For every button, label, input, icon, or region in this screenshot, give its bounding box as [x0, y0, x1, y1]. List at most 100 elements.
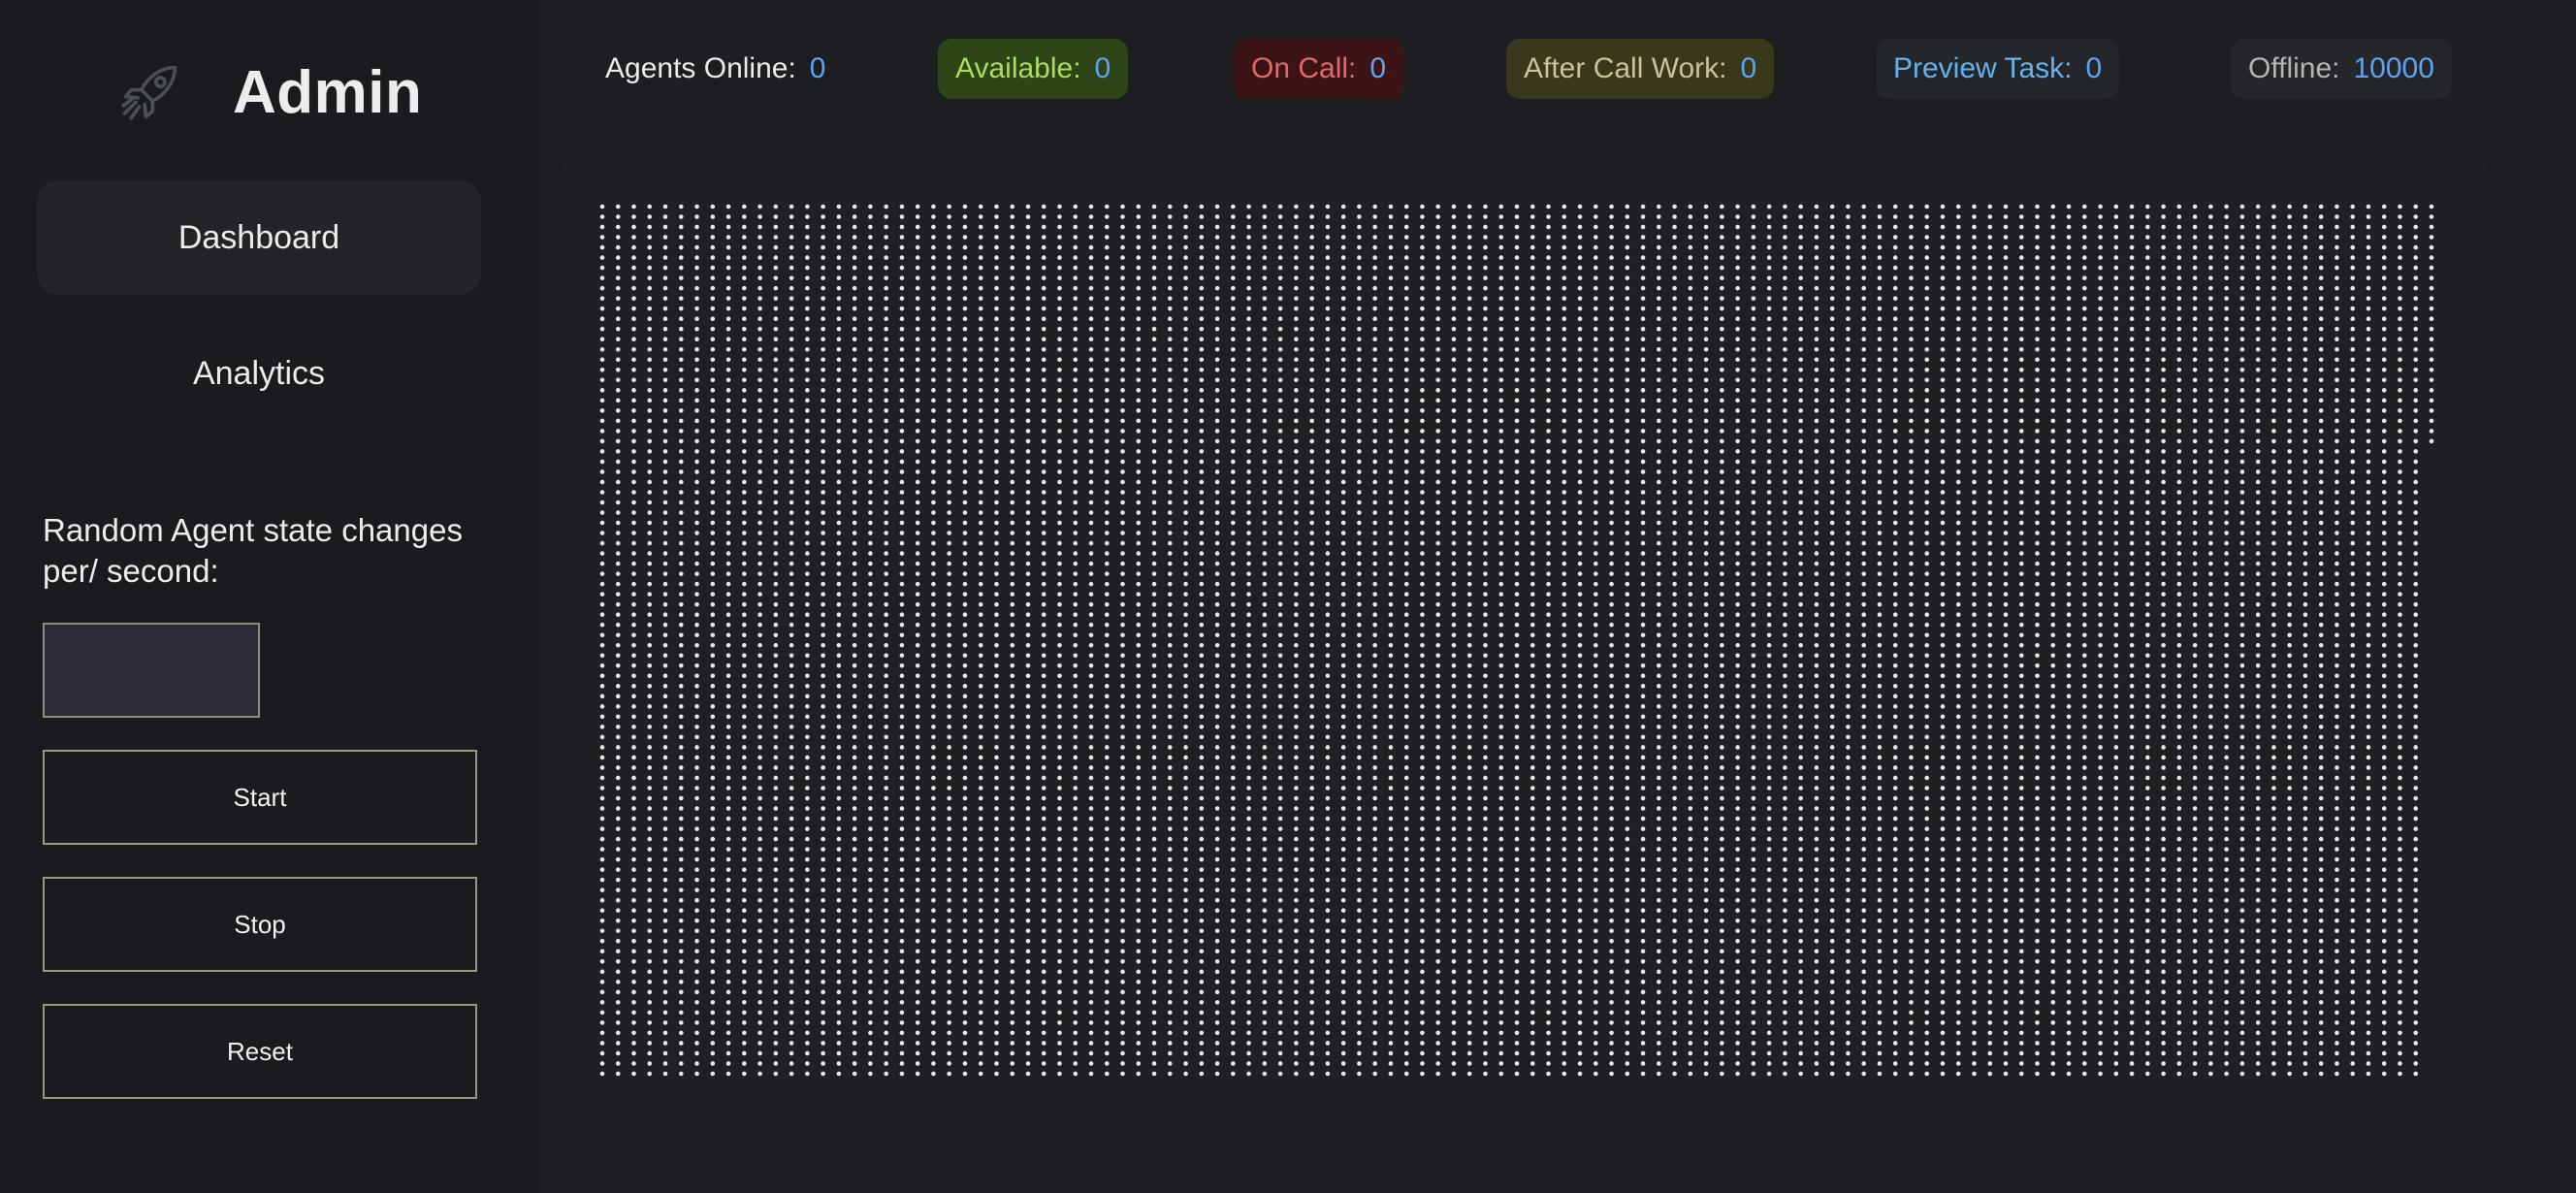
start-button[interactable]: Start: [43, 750, 477, 845]
agent-dot: [1435, 1050, 1441, 1056]
agent-dot: [947, 316, 951, 321]
agent-dot: [757, 673, 762, 679]
agent-dot: [1403, 662, 1409, 668]
agent-dot: [805, 938, 810, 944]
agent-dot: [805, 847, 810, 852]
agent-dot: [1151, 908, 1157, 914]
rate-input[interactable]: [43, 623, 260, 718]
agent-dot: [915, 673, 920, 679]
agent-dot: [662, 806, 668, 811]
nav-item-analytics[interactable]: Analytics: [37, 316, 481, 431]
agent-dot: [899, 684, 905, 689]
agent-dot: [694, 725, 699, 729]
agent-dot: [1088, 836, 1094, 842]
agent-dot: [1451, 357, 1457, 363]
agent-dot: [899, 1050, 905, 1056]
agent-dot: [662, 346, 668, 352]
agent-dot: [1151, 684, 1157, 689]
agent-dot: [694, 561, 699, 566]
agent-dot: [694, 775, 699, 781]
agent-dot: [1183, 367, 1188, 372]
agent-dot: [725, 928, 731, 934]
agent-dot: [1025, 224, 1031, 230]
agent-dot: [1340, 1030, 1346, 1036]
agent-dot: [773, 1020, 779, 1025]
agent-dot: [915, 459, 920, 465]
agent-dot: [1466, 704, 1472, 709]
nav-item-dashboard[interactable]: Dashboard: [37, 180, 481, 295]
agent-dot: [821, 255, 825, 260]
agent-dot: [1057, 826, 1062, 831]
agent-dot: [1372, 418, 1377, 424]
agent-dot: [1073, 469, 1079, 474]
agent-dot: [1199, 255, 1205, 260]
agent-dot: [1010, 980, 1015, 984]
agent-dot: [742, 571, 747, 576]
agent-dot: [899, 244, 905, 250]
agent-dot: [1088, 592, 1094, 596]
agent-dot: [1466, 673, 1472, 679]
agent-dot: [1420, 867, 1425, 872]
agent-dot: [1088, 622, 1094, 628]
agent-dot: [947, 388, 951, 393]
agent-dot: [1041, 1030, 1046, 1036]
agent-dot: [1388, 1071, 1394, 1077]
agent-dot: [915, 867, 920, 872]
agent-dot: [1466, 887, 1472, 892]
reset-button[interactable]: Reset: [43, 1004, 477, 1099]
agent-dot: [631, 285, 636, 291]
agent-dot: [1340, 1041, 1346, 1046]
agent-dot: [710, 326, 716, 332]
agent-dot: [852, 520, 857, 526]
agent-dot: [1151, 714, 1157, 720]
agent-dot: [1136, 969, 1142, 975]
agent-dot: [805, 806, 810, 811]
agent-dot: [1151, 449, 1157, 454]
agent-dot: [1151, 520, 1157, 526]
agent-dot: [1214, 449, 1220, 454]
agent-dot: [1088, 806, 1094, 811]
agent-dot: [1309, 408, 1314, 413]
agent-dot: [805, 673, 810, 679]
agent-dot: [1246, 1041, 1251, 1046]
agent-dot: [978, 214, 983, 219]
agent-dot: [1231, 1020, 1236, 1025]
agent-dot: [994, 786, 999, 790]
agent-dot: [1151, 745, 1157, 750]
agent-dot: [757, 418, 762, 424]
agent-dot: [994, 887, 999, 892]
agent-dot: [1199, 244, 1205, 250]
agent-dot: [615, 244, 621, 250]
agent-dot: [694, 500, 699, 505]
agent-dot: [1151, 601, 1157, 607]
agent-dot: [1231, 1061, 1236, 1066]
agent-dot: [789, 592, 794, 596]
agent-dot: [947, 1030, 951, 1036]
agent-dot: [1010, 836, 1015, 842]
agent-dot: [710, 296, 716, 301]
agent-dot: [1168, 418, 1173, 424]
stop-button[interactable]: Stop: [43, 877, 477, 972]
agent-dot: [899, 786, 905, 790]
agent-dot: [757, 510, 762, 515]
agent-dot: [915, 969, 920, 975]
agent-dot: [742, 296, 747, 301]
agent-dot: [1483, 980, 1488, 984]
agent-dot: [1388, 520, 1394, 526]
agent-dot: [789, 1061, 794, 1066]
agent-dot: [1151, 429, 1157, 434]
agent-dot: [1104, 673, 1110, 679]
agent-dot: [662, 244, 668, 250]
agent-dot: [1262, 469, 1268, 474]
agent-dot: [1088, 520, 1094, 526]
agent-dot: [1498, 316, 1504, 321]
agent-dot: [1309, 938, 1314, 944]
agent-dot: [1435, 612, 1441, 618]
agent-dot: [978, 918, 983, 923]
agent-dot: [1498, 398, 1504, 403]
agent-dot: [1214, 429, 1220, 434]
agent-dot: [678, 662, 684, 668]
agent-dot: [615, 969, 621, 975]
agent-dot: [631, 214, 636, 219]
agent-dot: [821, 551, 825, 556]
